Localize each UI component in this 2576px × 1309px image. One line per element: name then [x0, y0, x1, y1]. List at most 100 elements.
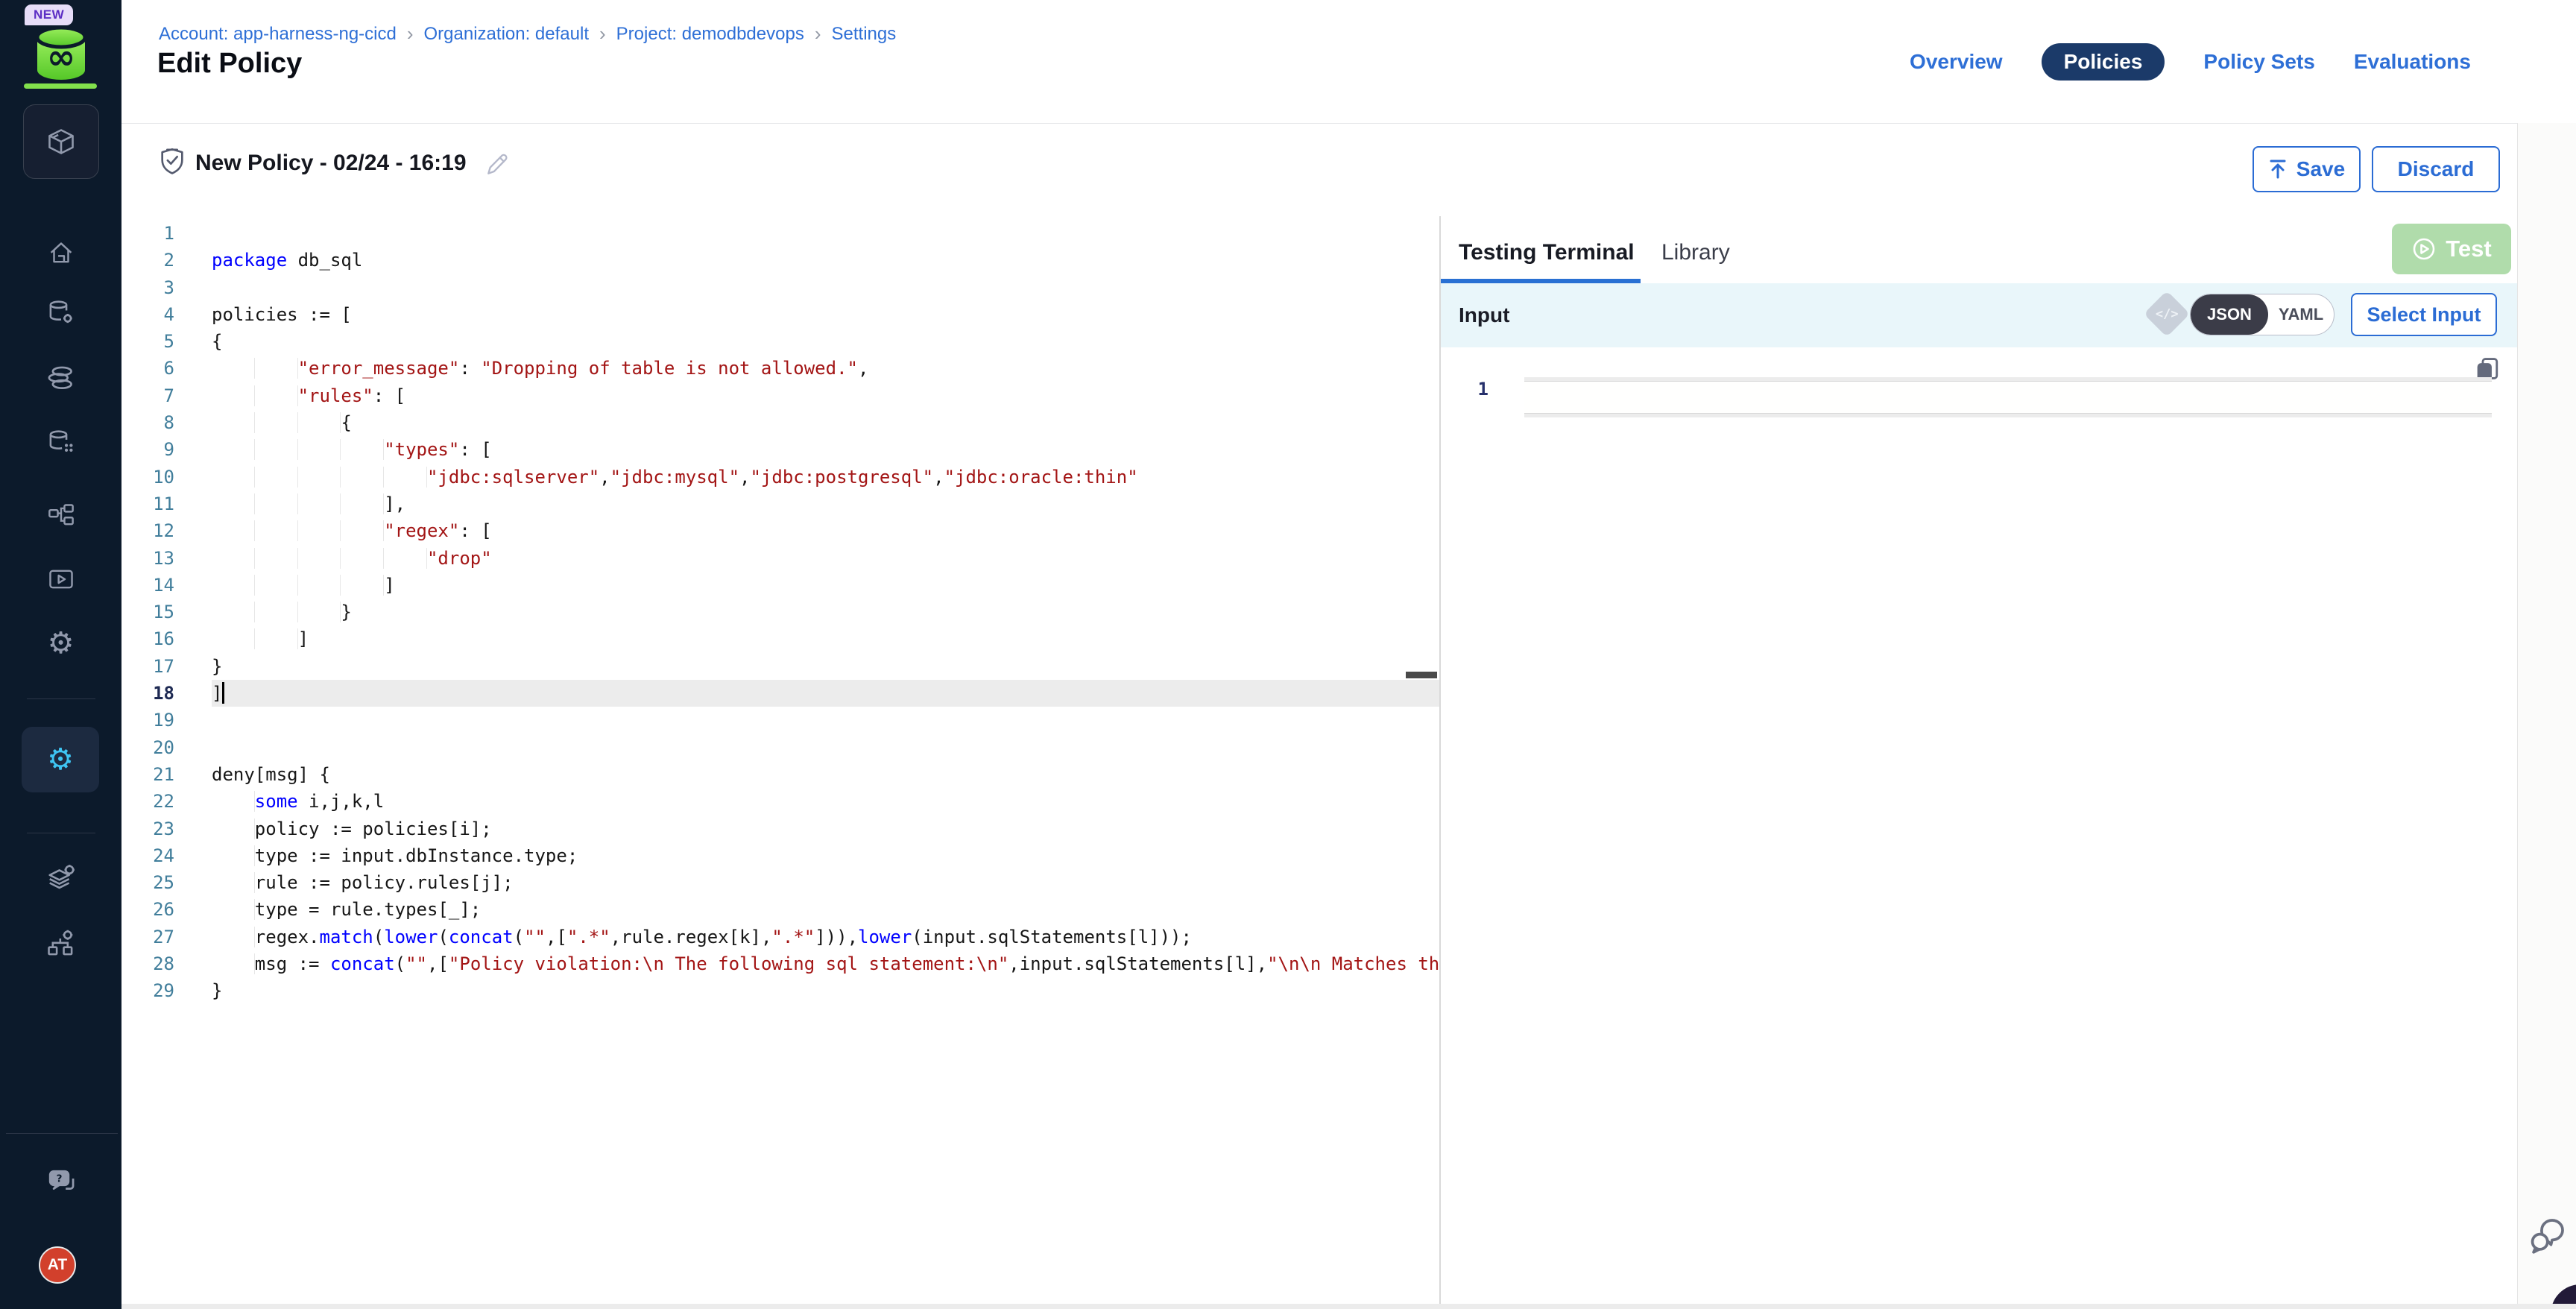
horizontal-scrollbar[interactable]	[121, 1304, 2576, 1309]
code-line[interactable]: some i,j,k,l	[212, 788, 1440, 815]
code-line[interactable]: ]	[212, 625, 1440, 652]
code-line[interactable]: {	[212, 409, 1440, 436]
code-row: 1	[121, 220, 1440, 247]
code-line[interactable]: type = rule.types[_];	[212, 896, 1440, 923]
save-label: Save	[2296, 157, 2345, 181]
edit-pencil-icon[interactable]	[484, 152, 510, 177]
line-number: 18	[121, 680, 212, 707]
code-line[interactable]: "error_message": "Dropping of table is n…	[212, 355, 1440, 382]
line-number: 11	[121, 491, 212, 517]
line-number: 25	[121, 869, 212, 896]
code-line[interactable]	[212, 734, 1440, 761]
sidebar-item-help[interactable]: ?	[0, 1166, 121, 1199]
code-line[interactable]	[212, 274, 1440, 301]
breadcrumb-settings[interactable]: Settings	[832, 24, 897, 45]
sidebar-item-db-instances[interactable]	[0, 426, 121, 459]
code-line[interactable]: "drop"	[212, 545, 1440, 572]
tab-policies[interactable]: Policies	[2042, 43, 2165, 81]
toggle-json[interactable]: JSON	[2191, 294, 2268, 335]
code-row: 28 msg := concat("",["Policy violation:\…	[121, 950, 1440, 977]
input-line-number: 1	[1441, 379, 1499, 400]
code-line[interactable]: rule := policy.rules[j];	[212, 869, 1440, 896]
select-input-button[interactable]: Select Input	[2351, 293, 2497, 336]
tab-library[interactable]: Library	[1661, 240, 1730, 265]
tab-evaluations[interactable]: Evaluations	[2354, 50, 2471, 74]
breadcrumb-project[interactable]: Project: demodbdevops	[616, 24, 804, 45]
code-row: 19	[121, 707, 1440, 734]
test-button[interactable]: Test	[2392, 224, 2511, 274]
sidebar-item-project-settings-active[interactable]: ⚙	[22, 727, 99, 792]
sidebar-item-hierarchy[interactable]	[0, 499, 121, 532]
code-line[interactable]: ]	[212, 572, 1440, 599]
code-glyph: </>	[2156, 306, 2179, 321]
code-line[interactable]	[212, 707, 1440, 734]
sidebar-item-runs[interactable]	[0, 563, 121, 596]
save-button[interactable]: Save	[2253, 146, 2361, 192]
code-line[interactable]: ],	[212, 491, 1440, 517]
module-selector[interactable]	[23, 104, 99, 179]
code-line[interactable]: package db_sql	[212, 247, 1440, 274]
sidebar-item-home[interactable]	[0, 237, 121, 270]
code-row: 24 type := input.dbInstance.type;	[121, 842, 1440, 869]
code-line[interactable]: "types": [	[212, 436, 1440, 463]
line-number: 20	[121, 734, 212, 761]
line-number: 14	[121, 572, 212, 599]
code-line[interactable]: regex.match(lower(concat("",[".*",rule.r…	[212, 924, 1440, 950]
code-line[interactable]: {	[212, 328, 1440, 355]
discard-button[interactable]: Discard	[2372, 146, 2500, 192]
breadcrumb-organization[interactable]: Organization: default	[424, 24, 589, 45]
sidebar-item-layers-settings[interactable]	[0, 862, 121, 895]
code-row: 5{	[121, 328, 1440, 355]
code-line[interactable]: "jdbc:sqlserver","jdbc:mysql","jdbc:post…	[212, 464, 1440, 491]
tab-overview[interactable]: Overview	[1910, 50, 2003, 74]
code-row: 9 "types": [	[121, 436, 1440, 463]
code-line[interactable]: "rules": [	[212, 382, 1440, 409]
breadcrumb-account[interactable]: Account: app-harness-ng-cicd	[159, 24, 397, 45]
sidebar-item-db-settings[interactable]	[0, 297, 121, 329]
code-row: 15 }	[121, 599, 1440, 625]
code-row: 22 some i,j,k,l	[121, 788, 1440, 815]
code-line[interactable]: policy := policies[i];	[212, 816, 1440, 842]
code-row: 26 type = rule.types[_];	[121, 896, 1440, 923]
policy-code-editor[interactable]: 12package db_sql34policies := [5{6 "erro…	[121, 216, 1440, 1309]
code-line[interactable]: "regex": [	[212, 517, 1440, 544]
format-toggle[interactable]: JSON YAML	[2190, 294, 2334, 335]
line-number: 7	[121, 382, 212, 409]
code-line[interactable]	[212, 220, 1440, 247]
code-line[interactable]: msg := concat("",["Policy violation:\n T…	[212, 950, 1440, 977]
tab-policy-sets[interactable]: Policy Sets	[2203, 50, 2314, 74]
user-avatar[interactable]: AT	[39, 1246, 76, 1284]
sidebar-item-coins[interactable]	[0, 362, 121, 395]
line-number: 15	[121, 599, 212, 625]
discard-label: Discard	[2398, 157, 2475, 181]
new-badge: NEW	[25, 4, 73, 25]
code-line[interactable]: policies := [	[212, 301, 1440, 328]
code-line[interactable]: deny[msg] {	[212, 761, 1440, 788]
tab-testing-terminal[interactable]: Testing Terminal	[1459, 240, 1635, 265]
input-active-line[interactable]	[1524, 377, 2492, 417]
gear-icon-active: ⚙	[47, 745, 74, 775]
code-row: 18]	[121, 680, 1440, 707]
line-number: 24	[121, 842, 212, 869]
page-title: Edit Policy	[157, 48, 302, 80]
code-line[interactable]: }	[212, 599, 1440, 625]
sidebar-item-org-settings[interactable]	[0, 927, 121, 960]
code-line[interactable]: }	[212, 653, 1440, 680]
code-line[interactable]: }	[212, 977, 1440, 1004]
code-row: 8 {	[121, 409, 1440, 436]
chat-bubbles-icon[interactable]	[2526, 1215, 2568, 1257]
code-row: 25 rule := policy.rules[j];	[121, 869, 1440, 896]
code-row: 4policies := [	[121, 301, 1440, 328]
line-number: 6	[121, 355, 212, 382]
sidebar-item-settings-gray[interactable]: ⚙	[0, 627, 121, 660]
cube-icon	[45, 125, 78, 158]
line-number: 1	[121, 220, 212, 247]
input-active-line-box[interactable]	[1524, 381, 2492, 414]
input-label: Input	[1459, 303, 1509, 327]
harness-db-logo[interactable]: ∞	[33, 25, 89, 83]
sidebar: NEW ∞	[0, 0, 121, 1309]
code-line[interactable]: type := input.dbInstance.type;	[212, 842, 1440, 869]
toggle-yaml[interactable]: YAML	[2268, 294, 2334, 335]
code-line[interactable]: ]	[212, 680, 1440, 707]
policy-name: New Policy - 02/24 - 16:19	[195, 151, 467, 176]
